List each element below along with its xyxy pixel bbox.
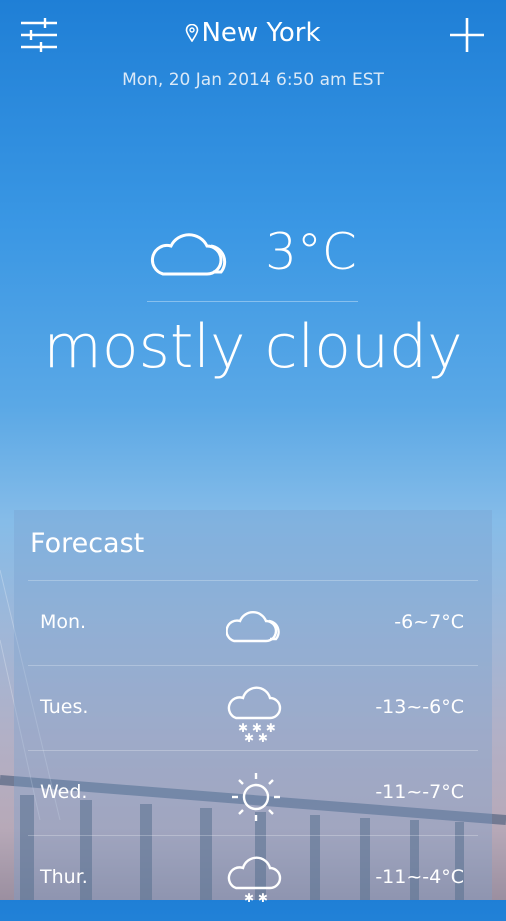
top-bar: New York <box>0 0 506 70</box>
snow-icon: ✱ ✱ ✱ ✱ ✱ <box>227 686 282 742</box>
datetime: Mon, 20 Jan 2014 6:50 am EST <box>122 70 384 90</box>
weather-condition: mostly cloudy <box>43 312 463 382</box>
snow-icon: ✱ ✱ <box>227 856 282 905</box>
cloudy-icon <box>151 233 227 276</box>
forecast-row[interactable]: Thur. ✱ ✱ -11~-4°C <box>28 835 478 921</box>
forecast-row[interactable]: Wed. -11~-7°C <box>28 750 478 836</box>
svg-text:✱ ✱: ✱ ✱ <box>244 891 268 905</box>
forecast-range: -13~-6°C <box>375 696 464 718</box>
location-name: New York <box>201 18 321 48</box>
current-temperature: 3°C <box>265 223 357 281</box>
forecast-title: Forecast <box>30 528 145 559</box>
location-pin-icon <box>186 24 199 42</box>
forecast-day: Wed. <box>40 781 88 803</box>
forecast-row[interactable]: Tues. ✱ ✱ ✱ ✱ ✱ -13~-6°C <box>28 665 478 751</box>
sunny-icon <box>232 773 280 821</box>
forecast-day: Mon. <box>40 611 87 633</box>
svg-text:✱ ✱: ✱ ✱ <box>244 731 268 742</box>
forecast-range: -11~-7°C <box>375 781 464 803</box>
forecast-range: -11~-4°C <box>375 866 464 888</box>
current-weather: 3°C <box>0 222 506 282</box>
location[interactable]: New York <box>0 18 506 48</box>
plus-icon[interactable] <box>446 14 488 56</box>
forecast-panel: Forecast Mon. -6~7°C Tues. ✱ ✱ ✱ ✱ ✱ -13… <box>14 510 492 905</box>
forecast-row[interactable]: Mon. -6~7°C <box>28 580 478 666</box>
cloudy-icon <box>226 611 280 643</box>
divider <box>147 301 358 302</box>
forecast-day: Thur. <box>40 866 88 888</box>
forecast-day: Tues. <box>40 696 89 718</box>
forecast-range: -6~7°C <box>394 611 464 633</box>
